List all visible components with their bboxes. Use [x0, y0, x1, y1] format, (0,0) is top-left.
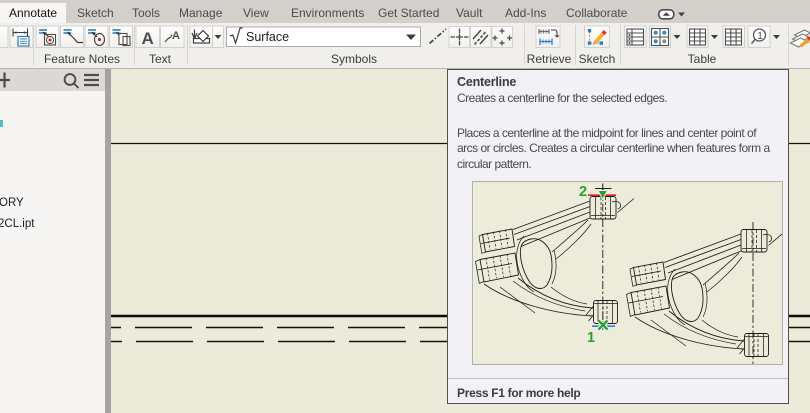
svg-text:Surface: Surface	[246, 30, 289, 44]
svg-text:A: A	[172, 30, 180, 42]
svg-text:2: 2	[579, 184, 587, 200]
svg-text:1: 1	[757, 31, 763, 42]
svg-text:A: A	[142, 29, 154, 48]
svg-text:1: 1	[587, 330, 595, 346]
